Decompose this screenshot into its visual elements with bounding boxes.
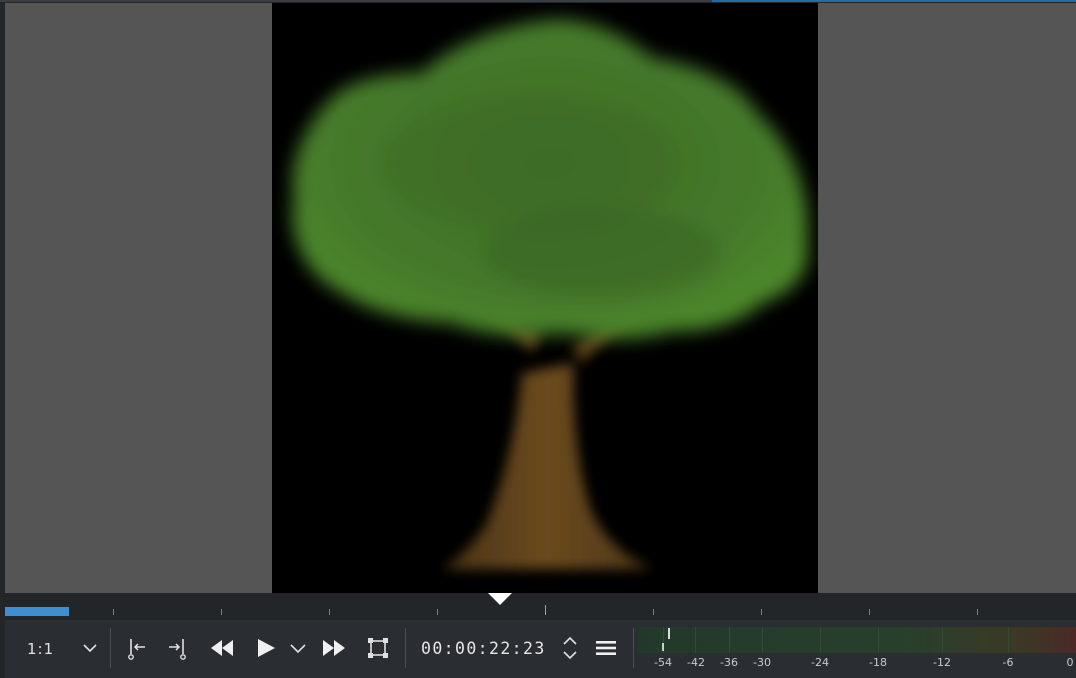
active-panel-indicator (712, 0, 1076, 2)
meter-label: -6 (1002, 656, 1014, 669)
meter-label: -36 (720, 656, 738, 669)
zoom-level[interactable]: 1:1 (27, 640, 54, 658)
toolbar-divider (633, 628, 634, 668)
meter-label: 0 (1066, 656, 1074, 669)
toolbar-divider (110, 628, 111, 668)
rewind-icon[interactable] (209, 634, 235, 662)
fast-forward-icon[interactable] (321, 634, 347, 662)
meter-label: -54 (654, 656, 672, 669)
ruler-tick (761, 609, 762, 615)
set-zone-out-icon[interactable] (165, 634, 191, 662)
meter-label: -12 (933, 656, 951, 669)
timecode-display[interactable]: 00:00:22:23 (421, 639, 546, 658)
ruler-tick (221, 609, 222, 615)
ruler-tick (869, 609, 870, 615)
toolbar-divider (405, 628, 406, 668)
ruler-tick (545, 605, 546, 615)
play-icon[interactable] (253, 634, 279, 662)
ruler-tick (329, 609, 330, 615)
meter-peak-indicator (668, 628, 670, 639)
tree-preview-image (292, 19, 808, 569)
ruler-tick (113, 609, 114, 615)
ruler-tick (437, 609, 438, 615)
clip-monitor: 1:1 00:00:22:23 -54 -42 -36 -30 -24 -18 … (0, 0, 1076, 678)
zone-indicator (5, 607, 69, 616)
audio-level-meter (638, 627, 1076, 653)
meter-label: -30 (753, 656, 771, 669)
fit-frame-icon[interactable] (365, 634, 391, 662)
ruler-tick (977, 609, 978, 615)
monitor-toolbar: 1:1 00:00:22:23 -54 -42 -36 -30 -24 -18 … (5, 620, 1076, 678)
monitor-ruler[interactable] (5, 593, 1076, 620)
set-zone-in-icon[interactable] (123, 634, 149, 662)
playhead-marker[interactable] (488, 593, 512, 605)
video-preview-frame[interactable] (272, 3, 818, 593)
timecode-stepper-icon[interactable] (560, 634, 580, 662)
menu-icon[interactable] (593, 634, 619, 662)
meter-level-indicator (662, 643, 664, 651)
meter-label: -18 (869, 656, 887, 669)
meter-label: -42 (687, 656, 705, 669)
meter-label: -24 (811, 656, 829, 669)
ruler-tick (653, 609, 654, 615)
chevron-down-icon[interactable] (81, 638, 99, 658)
play-options-icon[interactable] (288, 634, 308, 662)
